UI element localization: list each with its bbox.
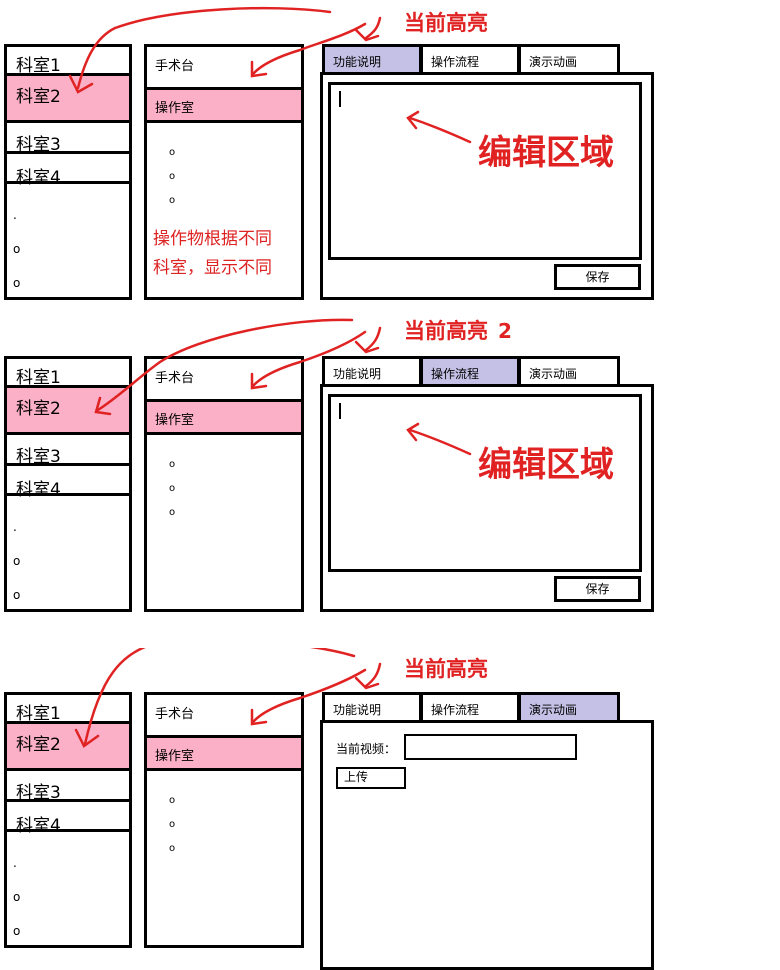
department-item-2[interactable]: 科室2 bbox=[7, 76, 129, 120]
tab-function-description[interactable]: 功能说明 bbox=[322, 44, 422, 75]
ellipsis-dot: o bbox=[13, 554, 21, 568]
wireframe-panel-3: 科室1 科室2 科室3 科室4 . o o 手术台 操作室 o o o 功能说明… bbox=[0, 648, 780, 970]
tab-demo-animation[interactable]: 演示动画 bbox=[518, 692, 620, 723]
room-title[interactable]: 手术台 bbox=[155, 367, 194, 386]
department-item-4[interactable]: 科室4 bbox=[7, 811, 129, 836]
ellipsis-dot: o bbox=[13, 588, 21, 602]
ellipsis-dot: o bbox=[169, 507, 176, 518]
save-button[interactable]: 保存 bbox=[554, 576, 641, 602]
tab-operation-process[interactable]: 操作流程 bbox=[420, 356, 520, 387]
room-item-selected[interactable]: 操作室 bbox=[147, 87, 301, 123]
ellipsis-dot: . bbox=[13, 520, 17, 534]
wireframe-panel-1: 科室1 科室2 科室3 科室4 . o o 手术台 操作室 o o o 操作物根… bbox=[0, 0, 780, 322]
department-list: 科室1 科室2 科室3 科室4 . o o bbox=[4, 356, 132, 612]
ellipsis-dot: o bbox=[169, 843, 176, 854]
department-item-2[interactable]: 科室2 bbox=[7, 724, 129, 768]
text-caret bbox=[339, 91, 341, 107]
wireframe-panel-2: 科室1 科室2 科室3 科室4 . o o 手术台 操作室 o o o 功能说明… bbox=[0, 312, 780, 634]
department-item-4[interactable]: 科室4 bbox=[7, 163, 129, 188]
edit-area[interactable] bbox=[328, 82, 642, 260]
department-list: 科室1 科室2 科室3 科室4 . o o bbox=[4, 44, 132, 300]
tab-demo-animation[interactable]: 演示动画 bbox=[518, 356, 620, 387]
room-title[interactable]: 手术台 bbox=[155, 703, 194, 722]
ellipsis-dot: o bbox=[13, 276, 21, 290]
tab-operation-process[interactable]: 操作流程 bbox=[420, 44, 520, 75]
highlight-note: 当前高亮 bbox=[404, 657, 488, 681]
room-item-selected[interactable]: 操作室 bbox=[147, 735, 301, 771]
ellipsis-dot: o bbox=[13, 890, 21, 904]
department-item-4[interactable]: 科室4 bbox=[7, 475, 129, 500]
save-button[interactable]: 保存 bbox=[554, 264, 641, 290]
ellipsis-dot: o bbox=[169, 171, 176, 182]
tab-demo-animation[interactable]: 演示动画 bbox=[518, 44, 620, 75]
ellipsis-dot: o bbox=[169, 483, 176, 494]
ellipsis-dot: . bbox=[13, 208, 17, 222]
ellipsis-dot: o bbox=[169, 147, 176, 158]
ellipsis-dot: . bbox=[13, 856, 17, 870]
ellipsis-dot: o bbox=[169, 795, 176, 806]
current-video-field[interactable] bbox=[404, 734, 577, 760]
upload-button[interactable]: 上传 bbox=[336, 767, 406, 789]
department-list: 科室1 科室2 科室3 科室4 . o o bbox=[4, 692, 132, 948]
ellipsis-dot: o bbox=[169, 195, 176, 206]
highlight-note: 当前高亮 bbox=[404, 11, 488, 35]
tab-operation-process[interactable]: 操作流程 bbox=[420, 692, 520, 723]
highlight-note-mark: 2 bbox=[498, 319, 512, 343]
edit-area[interactable] bbox=[328, 394, 642, 572]
highlight-note: 当前高亮 bbox=[404, 319, 488, 343]
ellipsis-dot: o bbox=[169, 819, 176, 830]
ellipsis-dot: o bbox=[13, 242, 21, 256]
current-video-label: 当前视频： bbox=[336, 742, 397, 756]
text-caret bbox=[339, 403, 341, 419]
room-list: 手术台 操作室 o o o 操作物根据不同 科室，显示不同 bbox=[144, 44, 304, 300]
room-list: 手术台 操作室 o o o bbox=[144, 692, 304, 948]
ellipsis-dot: o bbox=[13, 924, 21, 938]
room-item-selected[interactable]: 操作室 bbox=[147, 399, 301, 435]
room-list: 手术台 操作室 o o o bbox=[144, 356, 304, 612]
room-note: 操作物根据不同 科室，显示不同 bbox=[153, 225, 303, 283]
tab-function-description[interactable]: 功能说明 bbox=[322, 356, 422, 387]
room-title[interactable]: 手术台 bbox=[155, 55, 194, 74]
ellipsis-dot: o bbox=[169, 459, 176, 470]
room-note-line: 科室，显示不同 bbox=[153, 258, 272, 278]
tab-function-description[interactable]: 功能说明 bbox=[322, 692, 422, 723]
department-item-2[interactable]: 科室2 bbox=[7, 388, 129, 432]
room-note-line: 操作物根据不同 bbox=[153, 229, 272, 249]
